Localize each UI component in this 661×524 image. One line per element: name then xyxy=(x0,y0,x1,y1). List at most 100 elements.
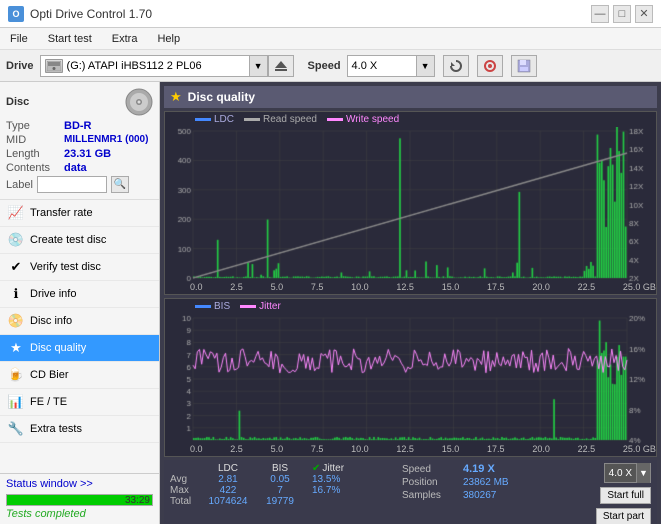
drive-icon xyxy=(45,59,63,73)
writespeed-legend-color xyxy=(327,118,343,121)
control-buttons: 4.0 X ▼ Start full Start part xyxy=(596,463,651,524)
sidebar-item-fe-te[interactable]: 📊 FE / TE xyxy=(0,389,159,416)
drive-select[interactable]: (G:) ATAPI iHBS112 2 PL06 xyxy=(40,55,250,77)
drive-selector-group: (G:) ATAPI iHBS112 2 PL06 ▼ xyxy=(40,55,294,77)
sidebar-item-create-test-disc[interactable]: 💿 Create test disc xyxy=(0,227,159,254)
samples-row: Samples 380267 xyxy=(402,490,509,501)
disc-info-label: Disc info xyxy=(30,315,72,327)
label-search-button[interactable]: 🔍 xyxy=(111,176,129,193)
top-chart-legend: LDC Read speed Write speed xyxy=(165,112,656,127)
readspeed-legend-color xyxy=(244,118,260,121)
menu-extra[interactable]: Extra xyxy=(108,31,142,47)
position-row: Position 23862 MB xyxy=(402,477,509,488)
jitter-legend-item: Jitter xyxy=(240,301,281,312)
fe-te-icon: 📊 xyxy=(8,394,24,410)
progress-text: 33:29 xyxy=(125,495,150,507)
sidebar-item-disc-info[interactable]: 📀 Disc info xyxy=(0,308,159,335)
top-chart-canvas xyxy=(165,127,655,282)
sidebar-item-transfer-rate[interactable]: 📈 Transfer rate xyxy=(0,200,159,227)
save-button[interactable] xyxy=(511,55,537,77)
stats-table: LDC BIS ✔ Jitter Avg 2.81 xyxy=(170,463,386,507)
speed-select-dropdown[interactable]: ▼ xyxy=(636,463,650,483)
sidebar-item-verify-test-disc[interactable]: ✔ Verify test disc xyxy=(0,254,159,281)
bis-avg: 0.05 xyxy=(254,474,306,485)
minimize-button[interactable]: — xyxy=(591,5,609,23)
disc-label-row: Label 🔍 xyxy=(6,176,153,193)
speed-label: Speed xyxy=(308,60,341,72)
drive-dropdown-button[interactable]: ▼ xyxy=(250,55,268,77)
disc-info-icon: 📀 xyxy=(8,313,24,329)
jitter-header: ✔ Jitter xyxy=(306,463,386,474)
jitter-max: 16.7% xyxy=(306,485,386,496)
bottom-chart-x-labels: 0.02.55.07.510.012.515.017.520.022.525.0… xyxy=(165,444,656,456)
sidebar-item-drive-info[interactable]: ℹ Drive info xyxy=(0,281,159,308)
position-stats: Speed 4.19 X Position 23862 MB Samples 3… xyxy=(402,463,509,501)
jitter-avg: 13.5% xyxy=(306,474,386,485)
disc-icon xyxy=(125,88,153,116)
panel-header: ★ Disc quality xyxy=(164,86,657,108)
bis-legend-label: BIS xyxy=(214,301,230,312)
status-window-button[interactable]: Status window >> xyxy=(6,478,93,490)
nav-items: 📈 Transfer rate 💿 Create test disc ✔ Ver… xyxy=(0,200,159,473)
sidebar-item-disc-quality[interactable]: ★ Disc quality xyxy=(0,335,159,362)
samples-value: 380267 xyxy=(463,490,496,501)
drivebar: Drive (G:) ATAPI iHBS112 2 PL06 ▼ Speed … xyxy=(0,50,661,82)
refresh-button[interactable] xyxy=(443,55,469,77)
contents-value: data xyxy=(64,162,87,174)
sidebar-item-extra-tests[interactable]: 🔧 Extra tests xyxy=(0,416,159,443)
disc-quality-label: Disc quality xyxy=(30,342,86,354)
drive-label: Drive xyxy=(6,60,34,72)
start-full-button[interactable]: Start full xyxy=(600,487,651,504)
speed-stat-label: Speed xyxy=(402,464,457,475)
menu-file[interactable]: File xyxy=(6,31,32,47)
sidebar: Disc Type BD-R MID MILLENMR1 (000) Lengt… xyxy=(0,82,160,524)
bis-total: 19779 xyxy=(254,496,306,507)
total-row-label: Total xyxy=(170,496,202,507)
status-text: Tests completed xyxy=(6,508,153,520)
bottom-chart-legend: BIS Jitter xyxy=(165,299,656,314)
ldc-max: 422 xyxy=(202,485,254,496)
panel-header-icon: ★ xyxy=(170,89,182,105)
ldc-avg: 2.81 xyxy=(202,474,254,485)
contents-label: Contents xyxy=(6,162,64,174)
create-test-disc-label: Create test disc xyxy=(30,234,106,246)
eject-button[interactable] xyxy=(268,55,294,77)
ldc-header: LDC xyxy=(202,463,254,474)
maximize-button[interactable]: □ xyxy=(613,5,631,23)
cd-bier-label: CD Bier xyxy=(30,369,69,381)
disc-quality-panel: ★ Disc quality LDC Read speed xyxy=(164,86,657,520)
speed-row: Speed 4.19 X xyxy=(402,463,509,475)
bis-header: BIS xyxy=(254,463,306,474)
app-icon: O xyxy=(8,6,24,22)
titlebar: O Opti Drive Control 1.70 — □ ✕ xyxy=(0,0,661,28)
cd-bier-icon: 🍺 xyxy=(8,367,24,383)
extra-tests-label: Extra tests xyxy=(30,423,82,435)
bis-legend-item: BIS xyxy=(195,301,230,312)
bis-max: 7 xyxy=(254,485,306,496)
max-row-label: Max xyxy=(170,485,202,496)
start-part-button[interactable]: Start part xyxy=(596,508,651,524)
panel-header-title: Disc quality xyxy=(188,90,255,104)
bis-legend-color xyxy=(195,305,211,308)
menu-starttest[interactable]: Start test xyxy=(44,31,96,47)
disc-title: Disc xyxy=(6,96,29,108)
chart-area: LDC Read speed Write speed 0.02. xyxy=(164,111,657,524)
disc-contents-row: Contents data xyxy=(6,162,153,174)
drive-info-label: Drive info xyxy=(30,288,76,300)
speed-select[interactable]: 4.0 X xyxy=(347,55,417,77)
close-button[interactable]: ✕ xyxy=(635,5,653,23)
content-area: ★ Disc quality LDC Read speed xyxy=(160,82,661,524)
ldc-total: 1074624 xyxy=(202,496,254,507)
speed-dropdown-button[interactable]: ▼ xyxy=(417,55,435,77)
disc-type-row: Type BD-R xyxy=(6,120,153,132)
top-chart-wrapper: LDC Read speed Write speed 0.02. xyxy=(164,111,657,295)
menu-help[interactable]: Help xyxy=(153,31,184,47)
bottom-chart-canvas xyxy=(165,314,655,444)
disc-section: Disc Type BD-R MID MILLENMR1 (000) Lengt… xyxy=(0,82,159,200)
settings-button[interactable] xyxy=(477,55,503,77)
progress-bar-container: 33:29 xyxy=(6,494,153,506)
create-test-disc-icon: 💿 xyxy=(8,232,24,248)
verify-test-disc-icon: ✔ xyxy=(8,259,24,275)
label-input[interactable] xyxy=(37,176,107,193)
sidebar-item-cd-bier[interactable]: 🍺 CD Bier xyxy=(0,362,159,389)
